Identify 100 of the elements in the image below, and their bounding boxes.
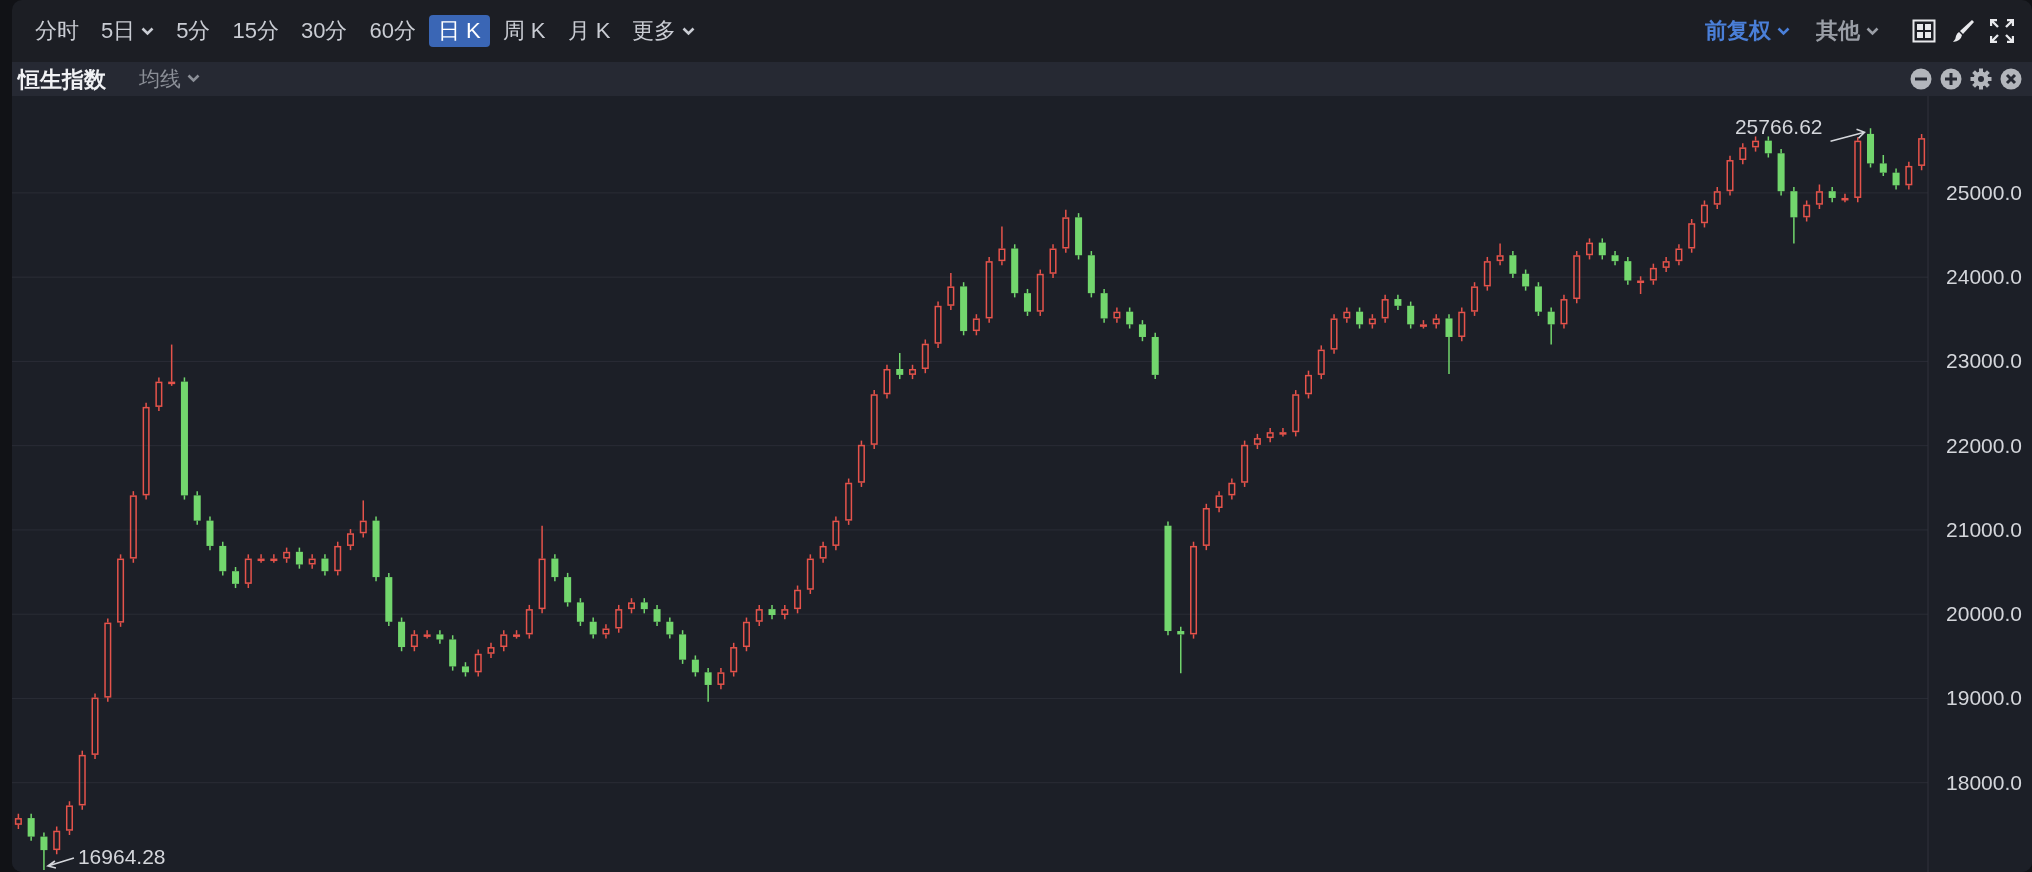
rising-candlestick [1815, 183, 1823, 210]
rising-candlestick [1241, 439, 1249, 488]
zoom-out-icon[interactable] [1910, 68, 1932, 90]
rising-candlestick [794, 584, 802, 615]
grid-layout-icon[interactable] [1912, 19, 1936, 43]
fullscreen-icon[interactable] [1990, 19, 2014, 43]
rising-candlestick [53, 825, 61, 856]
rising-candlestick [602, 623, 610, 640]
falling-candlestick [1177, 626, 1185, 674]
rising-candlestick [1560, 294, 1568, 330]
caret-icon [1866, 26, 1879, 36]
falling-candlestick [1509, 250, 1517, 279]
rising-candlestick [1330, 313, 1338, 355]
rising-candlestick [1113, 306, 1121, 324]
falling-candlestick [1790, 186, 1798, 245]
rising-candlestick [615, 604, 623, 634]
dropdown-menu[interactable]: 其他 [1807, 14, 1888, 48]
falling-candlestick [1828, 186, 1836, 203]
period-tab[interactable]: 5分 [167, 14, 220, 48]
falling-candlestick [1151, 332, 1159, 380]
rising-candlestick [1228, 477, 1236, 501]
rising-candlestick [1854, 136, 1862, 203]
falling-candlestick [27, 813, 35, 842]
rising-candlestick [934, 300, 942, 349]
rising-candlestick [487, 642, 495, 659]
rising-candlestick [717, 667, 725, 690]
falling-candlestick [576, 597, 584, 627]
rising-candlestick [1905, 160, 1913, 191]
period-tab[interactable]: 月 K [558, 14, 620, 48]
falling-candlestick [679, 629, 687, 665]
rising-candlestick [947, 272, 955, 311]
rising-candlestick [1700, 199, 1708, 229]
rising-candlestick [1317, 344, 1325, 380]
rising-candlestick [1049, 243, 1057, 279]
falling-candlestick [1534, 281, 1542, 317]
falling-candlestick [385, 572, 393, 627]
rising-candlestick [359, 499, 367, 539]
falling-candlestick [1611, 250, 1619, 267]
period-tab[interactable]: 周 K [493, 14, 555, 48]
falling-candlestick [40, 831, 48, 871]
axis-label: 20000.0 [1946, 602, 2022, 626]
period-tab[interactable]: 15分 [223, 14, 288, 48]
period-tab[interactable]: 日 K [428, 14, 490, 48]
caret-icon [682, 26, 696, 36]
rising-candlestick [1649, 262, 1657, 286]
falling-candlestick [1356, 306, 1364, 330]
rising-candlestick [870, 389, 878, 450]
rising-candlestick [270, 553, 278, 564]
falling-candlestick [589, 616, 597, 640]
axis-label: 22000.0 [1946, 433, 2022, 457]
rising-candlestick [1688, 218, 1696, 254]
rising-candlestick [1253, 433, 1261, 450]
falling-candlestick [232, 566, 240, 589]
rising-candlestick [921, 338, 929, 374]
rising-candlestick [1471, 281, 1479, 317]
rising-candlestick [474, 648, 482, 678]
rising-candlestick [781, 604, 789, 620]
falling-candlestick [219, 540, 227, 577]
caret-icon [1777, 26, 1790, 36]
caret-icon [187, 74, 200, 84]
period-tab[interactable]: 60分 [360, 14, 425, 48]
period-tab[interactable]: 30分 [292, 14, 357, 48]
rising-candlestick [1586, 237, 1593, 261]
index-title: 恒生指数 [18, 65, 106, 94]
rising-candlestick [1062, 209, 1070, 254]
axis-label: 23000.0 [1946, 349, 2022, 373]
arrow [46, 857, 75, 869]
rising-candlestick [500, 629, 508, 652]
rising-candlestick [1292, 389, 1300, 438]
caret-icon [141, 26, 155, 36]
falling-candlestick [436, 629, 444, 645]
indicator-dropdown[interactable]: 均线 [130, 63, 209, 95]
falling-candlestick [372, 515, 380, 583]
zoom-in-icon[interactable] [1940, 68, 1962, 90]
max-price-label: 25766.62 [1734, 115, 1823, 139]
falling-candlestick [960, 281, 968, 337]
period-tab[interactable]: 5日 [92, 14, 164, 48]
rising-candlestick [1368, 313, 1376, 330]
rising-candlestick [1573, 250, 1581, 304]
rising-candlestick [1343, 306, 1351, 324]
falling-candlestick [564, 572, 572, 608]
rising-candlestick [155, 376, 163, 412]
arrow [1829, 128, 1866, 143]
rising-candlestick [1036, 268, 1044, 317]
axis-label: 18000.0 [1946, 770, 2022, 794]
rising-candlestick [1279, 427, 1287, 438]
falling-candlestick [1892, 167, 1900, 191]
close-icon[interactable] [2000, 68, 2022, 90]
settings-icon[interactable] [1970, 68, 1992, 90]
rising-candlestick [806, 553, 814, 595]
rising-candlestick [168, 343, 176, 387]
period-tab[interactable]: 分时 [26, 14, 88, 48]
falling-candlestick [1777, 148, 1785, 197]
rising-candlestick [283, 546, 291, 564]
rising-candlestick [742, 616, 750, 652]
brush-icon[interactable] [1952, 19, 1974, 43]
rising-candlestick [857, 439, 865, 488]
dropdown-menu[interactable]: 前复权 [1696, 14, 1799, 48]
period-tab[interactable]: 更多 [623, 14, 705, 48]
rising-candlestick [308, 553, 316, 570]
